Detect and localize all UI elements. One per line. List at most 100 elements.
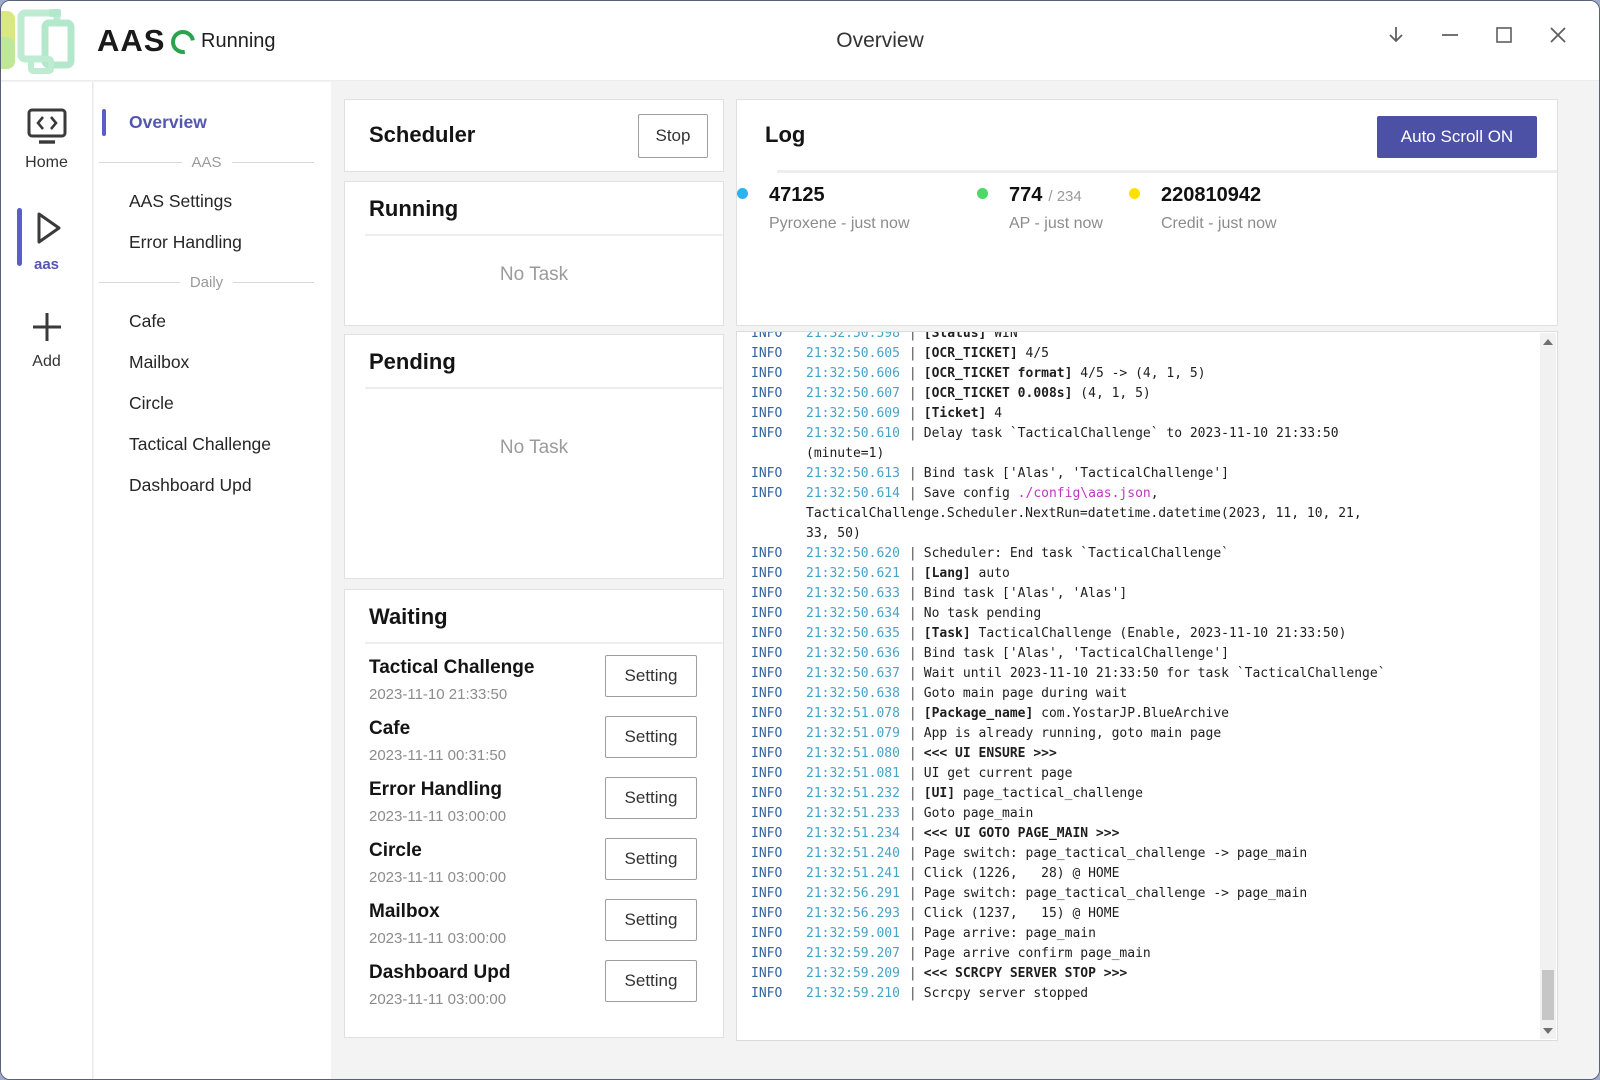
rail-item-home[interactable]: Home: [1, 94, 92, 182]
log-separator: |: [900, 986, 924, 1001]
download-update-button[interactable]: [1369, 15, 1423, 55]
log-separator: |: [900, 946, 924, 961]
log-level: INFO: [751, 584, 806, 604]
maximize-button[interactable]: [1477, 15, 1531, 55]
log-message: Bind task ['Alas', 'Alas']: [924, 586, 1128, 601]
stop-button[interactable]: Stop: [638, 114, 708, 158]
sidebar-item[interactable]: Mailbox: [94, 342, 331, 383]
log-level: INFO: [751, 344, 806, 364]
waiting-title: Waiting: [369, 604, 723, 630]
resource-stats: 774 / 234 AP - just now 220810942 Credit…: [737, 184, 1557, 244]
log-separator: |: [900, 766, 924, 781]
stat-label: Pyroxene - just now: [769, 215, 910, 233]
log-message: [Status] WIN: [924, 331, 1018, 341]
log-output-panel[interactable]: INFO21:32:50.598|[Status] WIN INFO21:32:…: [736, 331, 1558, 1041]
setting-button[interactable]: Setting: [605, 960, 697, 1002]
sidebar-item[interactable]: Circle: [94, 383, 331, 424]
log-timestamp: 21:32:50.636: [806, 646, 900, 661]
log-level: INFO: [751, 664, 806, 684]
sidebar-item[interactable]: Cafe: [94, 301, 331, 342]
waiting-task-name: Dashboard Upd: [369, 962, 510, 984]
log-separator: |: [900, 546, 924, 561]
log-message: Click (1237, 15) @ HOME: [924, 906, 1120, 921]
setting-button[interactable]: Setting: [605, 716, 697, 758]
sidebar-item-label: Mailbox: [129, 352, 189, 373]
setting-button[interactable]: Setting: [605, 777, 697, 819]
log-message: Goto main page during wait: [924, 686, 1128, 701]
log-message: <<< UI ENSURE >>>: [924, 746, 1057, 761]
rail-label-add: Add: [32, 353, 60, 371]
log-message: [OCR_TICKET 0.008s] (4, 1, 5): [924, 386, 1151, 401]
log-line: INFO21:32:50.637|Wait until 2023-11-10 2…: [751, 664, 1534, 684]
close-button[interactable]: [1531, 15, 1585, 55]
waiting-task-row: Cafe 2023-11-11 00:31:50 Setting: [345, 711, 723, 772]
log-line: INFO21:32:50.609|[Ticket] 4: [751, 404, 1534, 424]
log-separator: |: [900, 806, 924, 821]
waiting-task-time: 2023-11-11 03:00:00: [369, 808, 506, 825]
log-timestamp: 21:32:50.620: [806, 546, 900, 561]
app-logo-icon: [1, 7, 85, 75]
sidebar-item[interactable]: Overview: [94, 102, 331, 143]
setting-button[interactable]: Setting: [605, 838, 697, 880]
waiting-task-time: 2023-11-11 03:00:00: [369, 991, 506, 1008]
log-line: INFO21:32:59.001|Page arrive: page_main: [751, 924, 1534, 944]
log-level: INFO: [751, 904, 806, 924]
scrollbar-down-arrow-icon[interactable]: [1540, 1022, 1556, 1039]
scrollbar-thumb[interactable]: [1542, 970, 1554, 1020]
log-separator: |: [900, 586, 924, 601]
log-timestamp: 21:32:50.614: [806, 486, 900, 501]
log-timestamp: 21:32:50.613: [806, 466, 900, 481]
stat-block: 220810942 Credit - just now: [1129, 184, 1277, 233]
log-message: Page arrive: page_main: [924, 926, 1096, 941]
log-separator: |: [900, 906, 924, 921]
sidebar-item[interactable]: Dashboard Upd: [94, 465, 331, 506]
sidebar-item[interactable]: AAS Settings: [94, 181, 331, 222]
log-message: Page switch: page_tactical_challenge -> …: [924, 886, 1308, 901]
log-separator: |: [900, 746, 924, 761]
icon-rail: Home aas Add: [1, 82, 93, 1079]
setting-button[interactable]: Setting: [605, 655, 697, 697]
running-spinner-icon: [166, 25, 199, 58]
log-card: Log Auto Scroll ON 774 / 234 AP - just n…: [736, 99, 1558, 326]
log-line: INFO21:32:51.234|<<< UI GOTO PAGE_MAIN >…: [751, 824, 1534, 844]
running-title: Running: [369, 196, 723, 222]
sidebar-item[interactable]: Error Handling: [94, 222, 331, 263]
log-message: <<< UI GOTO PAGE_MAIN >>>: [924, 826, 1120, 841]
auto-scroll-toggle[interactable]: Auto Scroll ON: [1377, 116, 1537, 158]
log-level: INFO: [751, 984, 806, 1004]
scrollbar-up-arrow-icon[interactable]: [1540, 333, 1556, 350]
log-timestamp: 21:32:50.638: [806, 686, 900, 701]
log-message: Wait until 2023-11-10 21:33:50 for task …: [924, 666, 1386, 681]
stat-label: Credit - just now: [1161, 215, 1277, 233]
log-line: INFO21:32:50.607|[OCR_TICKET 0.008s] (4,…: [751, 384, 1534, 404]
log-scrollbar[interactable]: [1540, 333, 1556, 1039]
log-level: INFO: [751, 564, 806, 584]
setting-button[interactable]: Setting: [605, 899, 697, 941]
log-timestamp: 21:32:51.241: [806, 866, 900, 881]
divider: [365, 387, 723, 389]
log-timestamp: 21:32:51.232: [806, 786, 900, 801]
rail-item-add[interactable]: Add: [1, 295, 92, 381]
log-level: INFO: [751, 644, 806, 664]
log-separator: |: [900, 346, 924, 361]
log-timestamp: 21:32:51.079: [806, 726, 900, 741]
log-line: INFO21:32:51.233|Goto page_main: [751, 804, 1534, 824]
log-line: INFO21:32:56.293|Click (1237, 15) @ HOME: [751, 904, 1534, 924]
sidebar-item[interactable]: Tactical Challenge: [94, 424, 331, 465]
log-separator: |: [900, 366, 924, 381]
log-line: INFO21:32:59.210|Scrcpy server stopped: [751, 984, 1534, 1004]
sidebar-section-label: Daily: [180, 274, 233, 291]
log-line: INFO21:32:50.621|[Lang] auto: [751, 564, 1534, 584]
minimize-button[interactable]: [1423, 15, 1477, 55]
sidebar-item-label: Overview: [129, 112, 207, 133]
rail-item-aas[interactable]: aas: [1, 194, 92, 283]
log-timestamp: 21:32:50.605: [806, 346, 900, 361]
log-timestamp: 21:32:56.293: [806, 906, 900, 921]
waiting-task-row: Tactical Challenge 2023-11-10 21:33:50 S…: [345, 650, 723, 711]
stat-value: 774: [1009, 184, 1042, 207]
log-level: INFO: [751, 404, 806, 424]
log-level: INFO: [751, 604, 806, 624]
log-timestamp: 21:32:50.633: [806, 586, 900, 601]
stat-label: AP - just now: [1009, 215, 1103, 233]
log-message: [Ticket] 4: [924, 406, 1002, 421]
